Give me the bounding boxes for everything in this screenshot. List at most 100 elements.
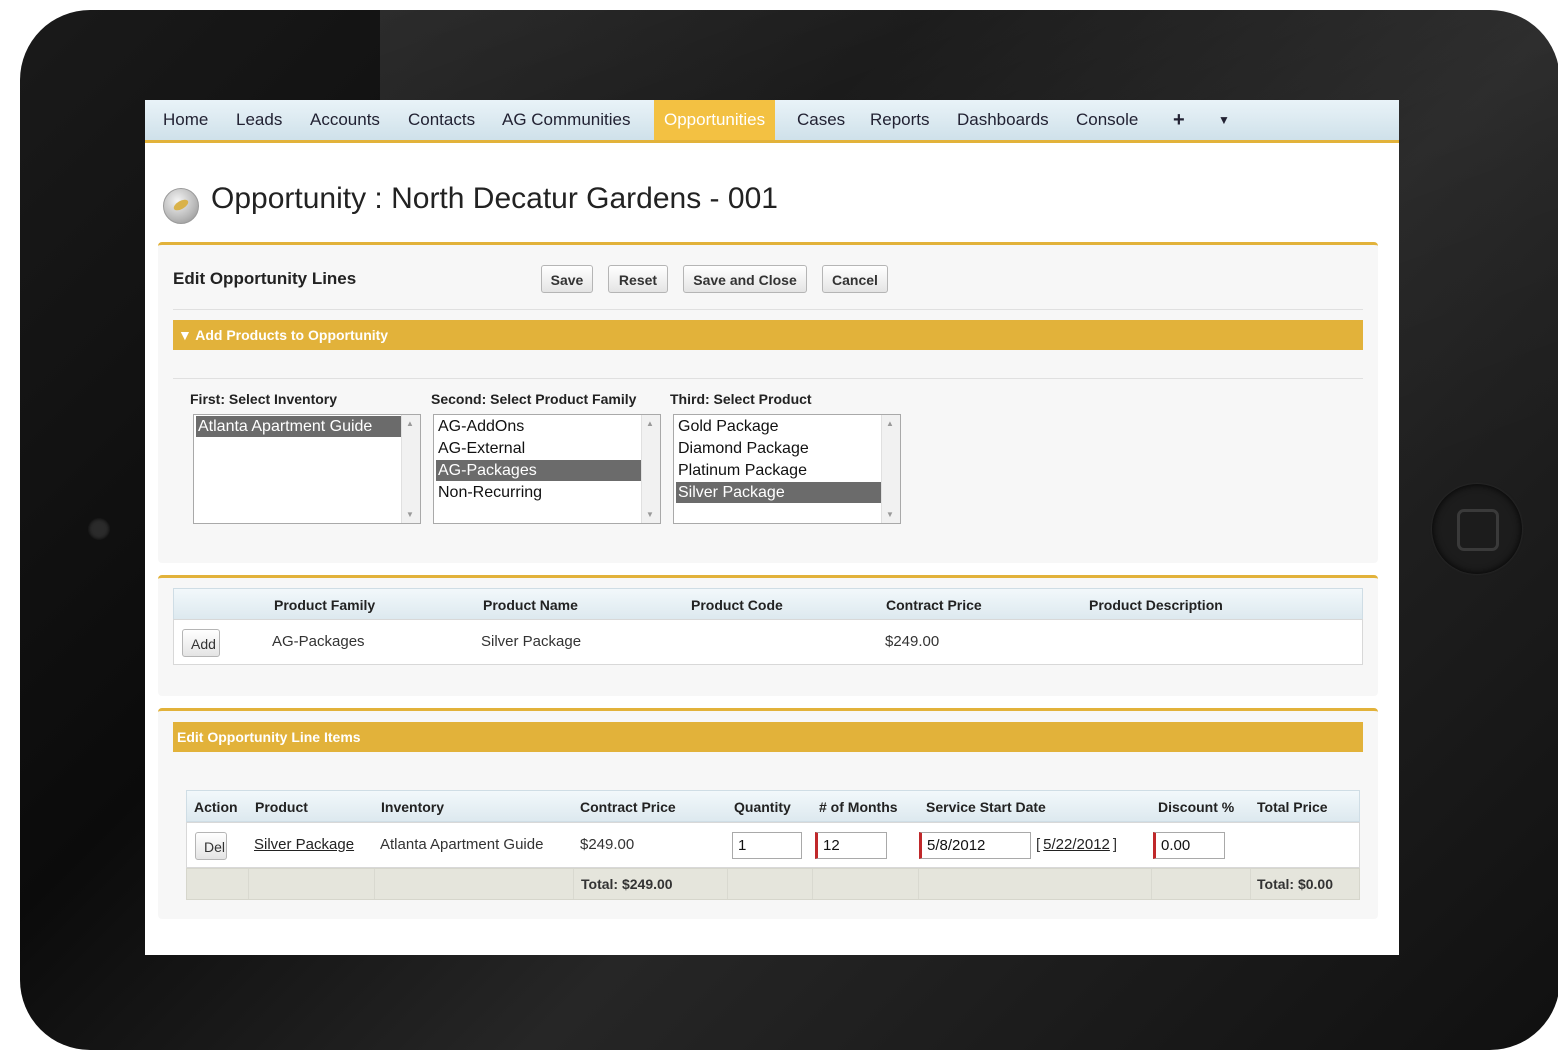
header-contract-price: Contract Price: [580, 799, 676, 815]
opportunity-icon: [163, 188, 199, 224]
product-select-label: Third: Select Product: [670, 391, 812, 407]
add-button[interactable]: Add: [182, 629, 220, 657]
header-product-family: Product Family: [274, 597, 376, 613]
family-option[interactable]: AG-Packages: [436, 460, 642, 481]
scroll-up-icon[interactable]: ▲: [646, 419, 654, 428]
header-product-name: Product Name: [483, 597, 578, 613]
nav-tab-console[interactable]: Console: [1076, 100, 1138, 140]
row-contract-price: $249.00: [885, 633, 940, 650]
service-start-date-input[interactable]: 5/8/2012: [919, 832, 1031, 859]
scroll-down-icon[interactable]: ▼: [886, 510, 894, 519]
months-input[interactable]: 12: [815, 832, 887, 859]
nav-tab-cases[interactable]: Cases: [797, 100, 845, 140]
product-listbox[interactable]: Gold Package Diamond Package Platinum Pa…: [673, 414, 901, 524]
products-table-header: Product Family Product Name Product Code…: [173, 588, 1363, 620]
reset-button[interactable]: Reset: [608, 265, 668, 293]
divider: [173, 309, 1363, 310]
column-divider: [374, 869, 375, 899]
header-contract-price: Contract Price: [886, 597, 982, 613]
family-option[interactable]: AG-External: [436, 438, 642, 459]
plus-icon[interactable]: +: [1173, 100, 1185, 140]
nav-tab-dashboards[interactable]: Dashboards: [957, 100, 1049, 140]
column-divider: [573, 869, 574, 899]
row-product-family: AG-Packages: [272, 633, 365, 650]
nav-tab-contacts[interactable]: Contacts: [408, 100, 475, 140]
scrollbar[interactable]: ▲ ▼: [401, 415, 420, 523]
header-product-description: Product Description: [1089, 597, 1223, 613]
delete-button[interactable]: Del: [195, 832, 227, 860]
discount-input[interactable]: 0.00: [1153, 832, 1225, 859]
product-option[interactable]: Gold Package: [676, 416, 882, 437]
product-option[interactable]: Diamond Package: [676, 438, 882, 459]
line-items-section-header: Edit Opportunity Line Items: [173, 722, 1363, 752]
line-items-table-header: Action Product Inventory Contract Price …: [186, 790, 1360, 822]
table-row: Del Silver Package Atlanta Apartment Gui…: [186, 822, 1360, 868]
column-divider: [1151, 869, 1152, 899]
header-product-code: Product Code: [691, 597, 783, 613]
nav-tab-home[interactable]: Home: [163, 100, 208, 140]
scroll-down-icon[interactable]: ▼: [646, 510, 654, 519]
total-contract-price: Total: $249.00: [581, 876, 673, 892]
divider: [173, 378, 1363, 379]
product-option[interactable]: Silver Package: [676, 482, 882, 503]
date-link-wrapper: [5/22/2012]: [1036, 836, 1117, 853]
product-option[interactable]: Platinum Package: [676, 460, 882, 481]
table-row: Add AG-Packages Silver Package $249.00: [173, 619, 1363, 665]
top-nav: Home Leads Accounts Contacts AG Communit…: [145, 100, 1399, 143]
header-months: # of Months: [819, 799, 898, 815]
add-products-label: ▼ Add Products to Opportunity: [178, 327, 389, 343]
nav-tab-leads[interactable]: Leads: [236, 100, 282, 140]
home-square-icon: [1457, 509, 1499, 551]
header-discount: Discount %: [1158, 799, 1235, 815]
header-service-start-date: Service Start Date: [926, 799, 1046, 815]
product-link[interactable]: Silver Package: [254, 836, 354, 853]
inventory-select-label: First: Select Inventory: [190, 391, 338, 407]
inventory-option[interactable]: Atlanta Apartment Guide: [196, 416, 402, 437]
header-action: Action: [194, 799, 238, 815]
column-divider: [812, 869, 813, 899]
column-divider: [727, 869, 728, 899]
total-price: Total: $0.00: [1257, 876, 1333, 892]
page-title: Opportunity : North Decatur Gardens - 00…: [211, 182, 778, 215]
scrollbar[interactable]: ▲ ▼: [641, 415, 660, 523]
family-option[interactable]: Non-Recurring: [436, 482, 642, 503]
scrollbar[interactable]: ▲ ▼: [881, 415, 900, 523]
column-divider: [918, 869, 919, 899]
home-button[interactable]: [1432, 484, 1522, 574]
scroll-down-icon[interactable]: ▼: [406, 510, 414, 519]
edit-lines-panel: Edit Opportunity Lines Save Reset Save a…: [158, 242, 1378, 563]
row-product-name: Silver Package: [481, 633, 582, 650]
date-link-open-bracket: [: [1036, 836, 1041, 853]
save-and-close-button[interactable]: Save and Close: [683, 265, 807, 293]
products-panel: Product Family Product Name Product Code…: [158, 575, 1378, 696]
totals-row: Total: $249.00 Total: $0.00: [186, 868, 1360, 900]
app-screen: Home Leads Accounts Contacts AG Communit…: [145, 100, 1399, 955]
nav-tab-opportunities[interactable]: Opportunities: [654, 100, 776, 140]
camera-icon: [88, 518, 110, 540]
family-select-label: Second: Select Product Family: [431, 391, 637, 407]
quantity-input[interactable]: 1: [732, 832, 802, 859]
row-inventory: Atlanta Apartment Guide: [380, 836, 544, 853]
nav-tab-reports[interactable]: Reports: [870, 100, 930, 140]
column-divider: [248, 869, 249, 899]
column-divider: [1250, 869, 1251, 899]
row-contract-price: $249.00: [580, 836, 635, 853]
product-family-listbox[interactable]: AG-AddOns AG-External AG-Packages Non-Re…: [433, 414, 661, 524]
cancel-button[interactable]: Cancel: [822, 265, 888, 293]
line-items-panel: Edit Opportunity Line Items Action Produ…: [158, 708, 1378, 919]
header-total-price: Total Price: [1257, 799, 1328, 815]
scroll-up-icon[interactable]: ▲: [406, 419, 414, 428]
header-inventory: Inventory: [381, 799, 445, 815]
scroll-up-icon[interactable]: ▲: [886, 419, 894, 428]
header-quantity: Quantity: [734, 799, 791, 815]
today-date-link[interactable]: 5/22/2012: [1043, 836, 1110, 853]
header-product: Product: [255, 799, 308, 815]
family-option[interactable]: AG-AddOns: [436, 416, 642, 437]
nav-tab-accounts[interactable]: Accounts: [310, 100, 380, 140]
add-products-section-header[interactable]: ▼ Add Products to Opportunity: [173, 320, 1363, 350]
save-button[interactable]: Save: [541, 265, 593, 293]
nav-tab-ag-communities[interactable]: AG Communities: [502, 100, 630, 140]
date-link-close-bracket: ]: [1112, 836, 1118, 853]
chevron-down-icon[interactable]: ▼: [1218, 100, 1230, 140]
inventory-listbox[interactable]: Atlanta Apartment Guide ▲ ▼: [193, 414, 421, 524]
